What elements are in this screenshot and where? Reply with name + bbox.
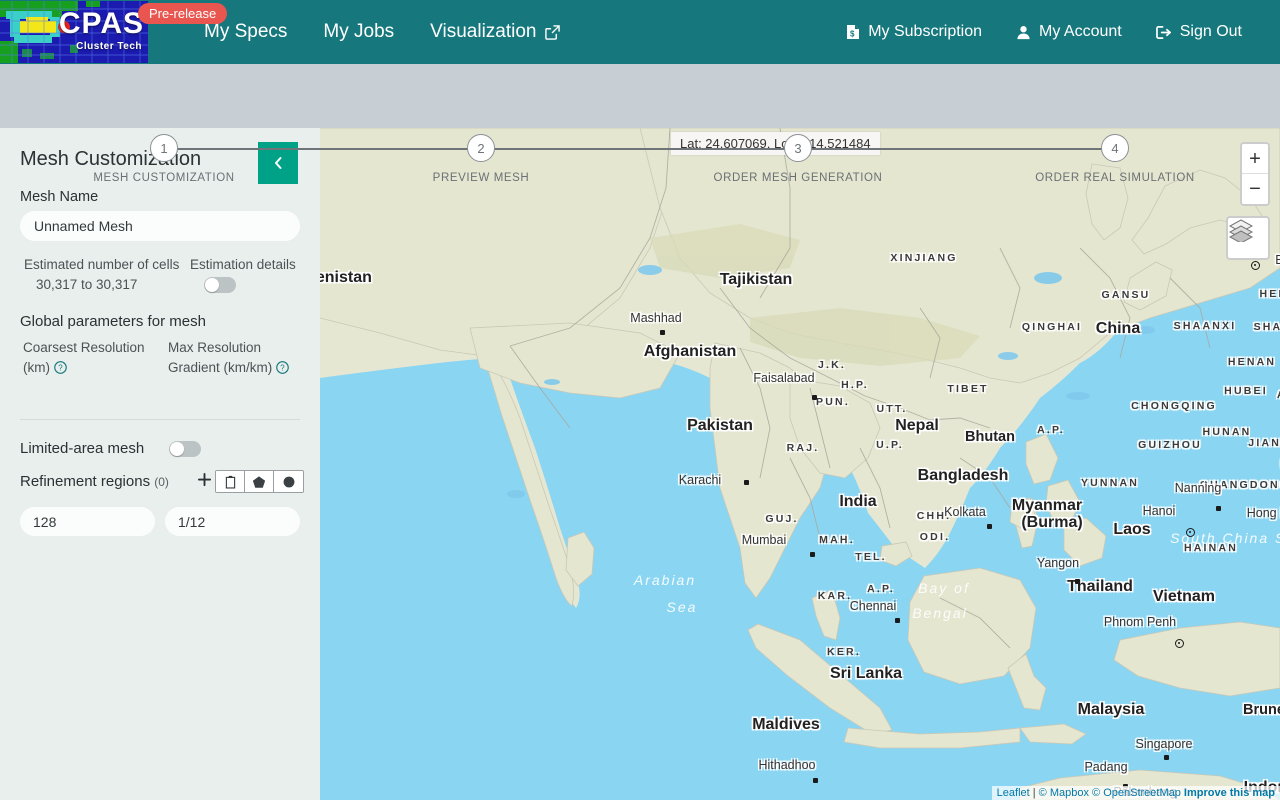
refinement-shape-tools (215, 470, 304, 493)
prerelease-badge: Pre-release (138, 3, 228, 24)
top-navbar: CPAS Cluster Tech Pre-release My Specs M… (0, 0, 1280, 64)
panel-divider (20, 419, 300, 420)
nav-my-subscription[interactable]: $ My Subscription (846, 23, 982, 41)
logo-subtitle: Cluster Tech (76, 41, 142, 52)
external-link-icon (544, 24, 560, 40)
mesh-customization-panel: Mesh Customization Mesh Name Estimated n… (0, 128, 320, 800)
account-nav: $ My Subscription My Account Sign Out (846, 23, 1242, 41)
nav-visualization[interactable]: Visualization (430, 21, 560, 43)
coarsest-resolution-input[interactable] (20, 507, 155, 536)
toggle-knob (205, 278, 219, 292)
user-icon (1016, 25, 1031, 40)
map-coordinates-readout: Lat: 24.607069, Lon: 114.521484 (671, 132, 880, 155)
map-capital-marker (1186, 528, 1195, 537)
leaflet-map[interactable]: Lat: 24.607069, Lon: 114.521484 + − Leaf… (320, 128, 1280, 800)
plus-icon (197, 472, 212, 487)
circle-region-icon (283, 476, 294, 487)
toggle-knob (170, 442, 184, 456)
step-4-circle[interactable]: 4 (1101, 134, 1129, 162)
step-4-label: ORDER REAL SIMULATION (1035, 172, 1195, 184)
map-capital-marker (1251, 261, 1260, 270)
app-root: CPAS Cluster Tech Pre-release My Specs M… (0, 0, 1280, 800)
estimation-details-toggle[interactable] (204, 277, 236, 293)
coarsest-resolution-label-line2: (km) ? (23, 359, 67, 375)
attribution-leaflet[interactable]: Leaflet (997, 787, 1030, 799)
map-city-marker (987, 524, 992, 529)
rectangle-region-button[interactable] (216, 471, 245, 492)
svg-text:?: ? (280, 364, 285, 373)
map-attribution: Leaflet | © Mapbox © OpenStreetMap Impro… (991, 786, 1280, 800)
attribution-improve-link[interactable]: Improve this map (1184, 787, 1275, 799)
nav-my-account-label: My Account (1039, 23, 1122, 40)
estimation-details-label: Estimation details (190, 257, 296, 272)
max-gradient-label-line1: Max Resolution (168, 340, 262, 355)
map-city-marker (1164, 755, 1169, 760)
mesh-name-input[interactable] (20, 211, 300, 241)
cpas-logo[interactable]: CPAS Cluster Tech (0, 1, 148, 63)
estimated-cells-value: 30,317 to 30,317 (36, 277, 138, 292)
logo-title: CPAS (58, 7, 144, 40)
global-params-heading: Global parameters for mesh (20, 313, 206, 330)
map-city-marker (1075, 579, 1080, 584)
step-1-label: MESH CUSTOMIZATION (93, 172, 235, 184)
nav-sign-out[interactable]: Sign Out (1155, 23, 1242, 41)
circle-region-button[interactable] (274, 471, 303, 492)
coarsest-resolution-label-line1: Coarsest Resolution (23, 340, 145, 355)
max-gradient-unit: Gradient (km/km) (168, 360, 273, 375)
attribution-mapbox[interactable]: © Mapbox (1039, 787, 1089, 799)
map-city-marker (744, 480, 749, 485)
coarsest-resolution-unit: (km) (23, 360, 50, 375)
limited-area-mesh-label: Limited-area mesh (20, 440, 145, 457)
nav-my-jobs[interactable]: My Jobs (323, 21, 394, 43)
step-3-circle[interactable]: 3 (784, 134, 812, 162)
nav-sign-out-label: Sign Out (1179, 23, 1242, 40)
invoice-icon: $ (846, 24, 860, 40)
nav-my-subscription-label: My Subscription (868, 23, 983, 40)
attribution-separator: | (1032, 787, 1036, 799)
polygon-region-button[interactable] (245, 471, 274, 492)
map-city-marker (660, 330, 665, 335)
help-icon-gradient[interactable]: ? (276, 361, 289, 374)
map-city-marker (813, 778, 818, 783)
refinement-regions-count: (0) (154, 475, 169, 489)
refinement-regions-label: Refinement regions (0) (20, 473, 169, 490)
nav-my-jobs-label: My Jobs (323, 21, 395, 42)
nav-my-specs-label: My Specs (204, 21, 288, 42)
polygon-region-icon (252, 475, 266, 488)
map-city-marker (810, 552, 815, 557)
sign-out-icon (1155, 25, 1172, 40)
add-refinement-region-button[interactable] (197, 471, 212, 491)
refinement-regions-title: Refinement regions (20, 473, 151, 490)
map-city-marker (895, 618, 900, 623)
map-capital-marker (1175, 639, 1184, 648)
max-gradient-label-line2: Gradient (km/km) ? (168, 359, 289, 375)
attribution-osm[interactable]: © OpenStreetMap (1092, 787, 1181, 799)
estimated-cells-label: Estimated number of cells (24, 257, 180, 272)
map-layers-button[interactable] (1226, 216, 1270, 260)
svg-text:?: ? (58, 364, 63, 373)
step-2-label: PREVIEW MESH (432, 172, 530, 184)
mesh-name-label: Mesh Name (20, 189, 99, 205)
nav-visualization-label: Visualization (430, 21, 537, 42)
chevron-left-icon (274, 157, 281, 169)
step-2-circle[interactable]: 2 (467, 134, 495, 162)
rectangle-region-icon (225, 475, 235, 489)
workflow-stepper: 1 MESH CUSTOMIZATION 2 PREVIEW MESH 3 OR… (0, 64, 1280, 184)
limited-area-mesh-toggle[interactable] (169, 441, 201, 457)
svg-text:$: $ (850, 30, 855, 39)
step-3-label: ORDER MESH GENERATION (713, 172, 883, 184)
layers-icon (1228, 219, 1254, 242)
primary-nav: My Specs My Jobs Visualization (204, 21, 560, 43)
map-basemap-graphic (320, 128, 1280, 800)
nav-my-specs[interactable]: My Specs (204, 21, 287, 43)
map-city-marker (1216, 506, 1221, 511)
help-icon-coarsest[interactable]: ? (54, 361, 67, 374)
max-resolution-gradient-input[interactable] (165, 507, 300, 536)
step-1-circle[interactable]: 1 (150, 134, 178, 162)
stepper-connector-line (164, 148, 1116, 150)
zoom-in-button[interactable]: + (1242, 144, 1268, 174)
map-city-marker (812, 395, 817, 400)
nav-my-account[interactable]: My Account (1016, 23, 1122, 41)
